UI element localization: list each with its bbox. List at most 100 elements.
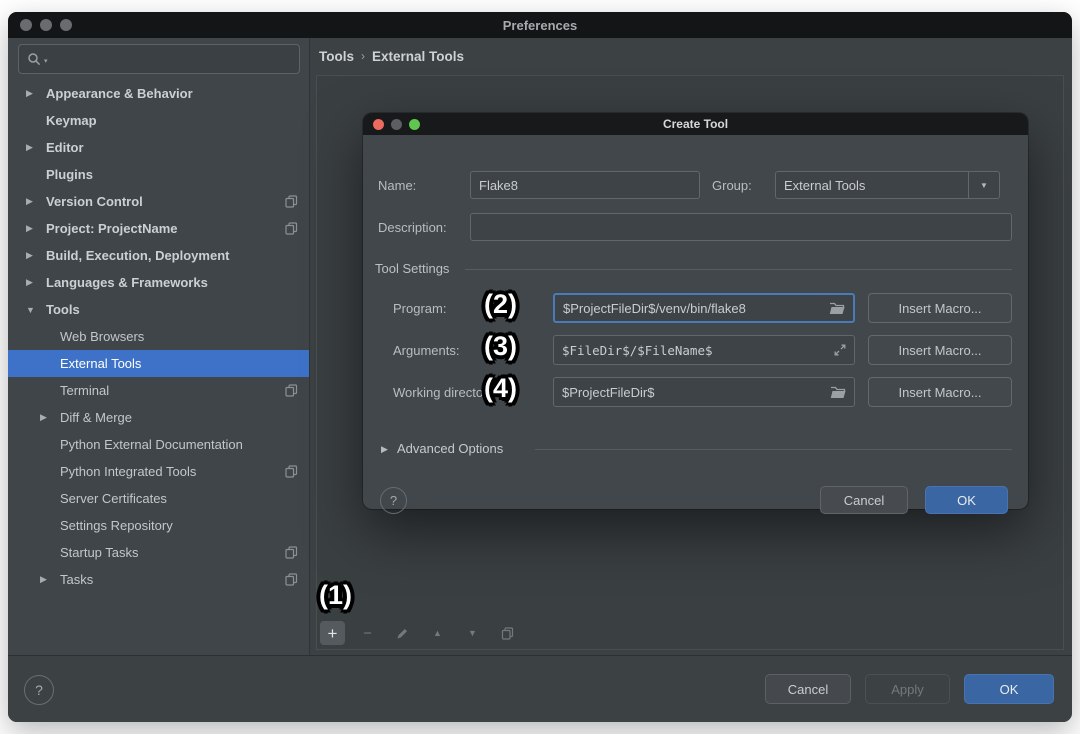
window-titlebar: Preferences (8, 12, 1072, 38)
sidebar-item-server-certificates[interactable]: Server Certificates (8, 485, 309, 512)
copy-tool-button[interactable] (495, 621, 520, 645)
arguments-input[interactable]: $FileDir$/$FileName$ (553, 335, 855, 365)
chevron-right-icon: ▶ (40, 574, 60, 585)
dialog-cancel-button[interactable]: Cancel (820, 486, 908, 514)
annotation-step-2: (2) (484, 291, 517, 318)
folder-icon (830, 386, 846, 399)
sidebar-item-python-integrated-tools[interactable]: Python Integrated Tools (8, 458, 309, 485)
group-combobox[interactable]: External Tools ▼ (775, 171, 1000, 199)
dialog-ok-button[interactable]: OK (925, 486, 1008, 514)
sidebar-item-terminal[interactable]: Terminal (8, 377, 309, 404)
sidebar-item-tools[interactable]: ▼Tools (8, 296, 309, 323)
project-settings-icon (285, 222, 298, 235)
minimize-window-button[interactable] (40, 19, 52, 31)
chevron-right-icon: ▶ (26, 88, 46, 99)
chevron-right-icon: ▶ (26, 223, 46, 234)
dialog-traffic-lights (373, 119, 420, 130)
advanced-options-toggle[interactable]: ▶ Advanced Options (363, 441, 1028, 457)
remove-tool-button[interactable]: − (355, 621, 380, 645)
browse-folder-button[interactable] (830, 386, 846, 399)
create-tool-dialog: Create Tool Name: Flake8 Group: External… (363, 113, 1028, 509)
name-label: Name: (378, 178, 416, 193)
program-input[interactable]: $ProjectFileDir$/venv/bin/flake8 (553, 293, 855, 323)
sidebar-item-languages-frameworks[interactable]: ▶Languages & Frameworks (8, 269, 309, 296)
footer-buttons: Cancel Apply OK (765, 674, 1054, 704)
preferences-window: Preferences ▾ ▶Appearance & Behavior Key… (8, 12, 1072, 722)
help-button[interactable]: ? (24, 675, 54, 705)
cancel-button[interactable]: Cancel (765, 674, 851, 704)
project-settings-icon (285, 465, 298, 478)
insert-macro-button-program[interactable]: Insert Macro... (868, 293, 1012, 323)
breadcrumb-tools[interactable]: Tools (319, 49, 354, 64)
breadcrumb-separator: › (361, 49, 365, 63)
annotation-step-4: (4) (484, 375, 517, 402)
arguments-label: Arguments: (393, 343, 459, 358)
dialog-body: Name: Flake8 Group: External Tools ▼ Des… (363, 135, 1028, 509)
dialog-minimize-button[interactable] (391, 119, 402, 130)
plus-icon: + (328, 625, 338, 642)
move-up-button[interactable]: ▲ (425, 621, 450, 645)
breadcrumb: Tools › External Tools (319, 43, 464, 69)
dialog-help-button[interactable]: ? (380, 487, 407, 514)
sidebar-item-plugins[interactable]: Plugins (8, 161, 309, 188)
dropdown-arrow-icon[interactable]: ▼ (968, 172, 999, 198)
chevron-right-icon: ▶ (26, 277, 46, 288)
insert-macro-button-arguments[interactable]: Insert Macro... (868, 335, 1012, 365)
chevron-down-icon: ▼ (26, 305, 46, 315)
expand-editor-button[interactable] (834, 344, 846, 356)
down-arrow-icon: ▼ (468, 629, 477, 638)
project-settings-icon (285, 573, 298, 586)
sidebar-item-version-control[interactable]: ▶Version Control (8, 188, 309, 215)
section-divider (535, 449, 1012, 450)
settings-search-box[interactable]: ▾ (18, 44, 300, 74)
project-settings-icon (285, 546, 298, 559)
pencil-icon (396, 627, 409, 640)
settings-tree: ▶Appearance & Behavior Keymap ▶Editor Pl… (8, 80, 309, 593)
sidebar-item-web-browsers[interactable]: Web Browsers (8, 323, 309, 350)
ok-button[interactable]: OK (964, 674, 1054, 704)
edit-tool-button[interactable] (390, 621, 415, 645)
name-input[interactable]: Flake8 (470, 171, 700, 199)
sidebar-item-python-external-documentation[interactable]: Python External Documentation (8, 431, 309, 458)
list-toolbar: + − ▲ ▼ (320, 619, 520, 647)
sidebar-item-settings-repository[interactable]: Settings Repository (8, 512, 309, 539)
tool-settings-section-header: Tool Settings (363, 261, 1028, 277)
copy-icon (501, 627, 514, 640)
description-input[interactable] (470, 213, 1012, 241)
sidebar-item-startup-tasks[interactable]: Startup Tasks (8, 539, 309, 566)
close-window-button[interactable] (20, 19, 32, 31)
insert-macro-button-working-directory[interactable]: Insert Macro... (868, 377, 1012, 407)
move-down-button[interactable]: ▼ (460, 621, 485, 645)
program-label: Program: (393, 301, 446, 316)
search-input[interactable] (51, 51, 291, 68)
sidebar-item-appearance-behavior[interactable]: ▶Appearance & Behavior (8, 80, 309, 107)
dialog-titlebar: Create Tool (363, 113, 1028, 135)
sidebar-item-project-projectname[interactable]: ▶Project: ProjectName (8, 215, 309, 242)
sidebar-item-diff-merge[interactable]: ▶Diff & Merge (8, 404, 309, 431)
add-tool-button[interactable]: + (320, 621, 345, 645)
working-directory-input[interactable]: $ProjectFileDir$ (553, 377, 855, 407)
group-label: Group: (712, 178, 752, 193)
dialog-zoom-button[interactable] (409, 119, 420, 130)
apply-button[interactable]: Apply (865, 674, 950, 704)
sidebar-item-build-execution-deployment[interactable]: ▶Build, Execution, Deployment (8, 242, 309, 269)
search-options-caret-icon: ▾ (44, 57, 48, 65)
working-directory-label: Working directory: (393, 385, 483, 400)
sidebar-item-external-tools[interactable]: External Tools (8, 350, 309, 377)
annotation-step-1: (1) (319, 582, 352, 609)
chevron-right-icon: ▶ (26, 250, 46, 261)
sidebar-item-tasks[interactable]: ▶Tasks (8, 566, 309, 593)
zoom-window-button[interactable] (60, 19, 72, 31)
chevron-right-icon: ▶ (40, 412, 60, 423)
folder-icon (829, 302, 845, 315)
sidebar-item-editor[interactable]: ▶Editor (8, 134, 309, 161)
window-title: Preferences (8, 18, 1072, 33)
browse-folder-button[interactable] (829, 302, 845, 315)
minus-icon: − (363, 626, 372, 641)
chevron-right-icon: ▶ (26, 196, 46, 207)
dialog-close-button[interactable] (373, 119, 384, 130)
sidebar-item-keymap[interactable]: Keymap (8, 107, 309, 134)
project-settings-icon (285, 195, 298, 208)
breadcrumb-external-tools[interactable]: External Tools (372, 49, 464, 64)
traffic-lights (20, 19, 72, 31)
